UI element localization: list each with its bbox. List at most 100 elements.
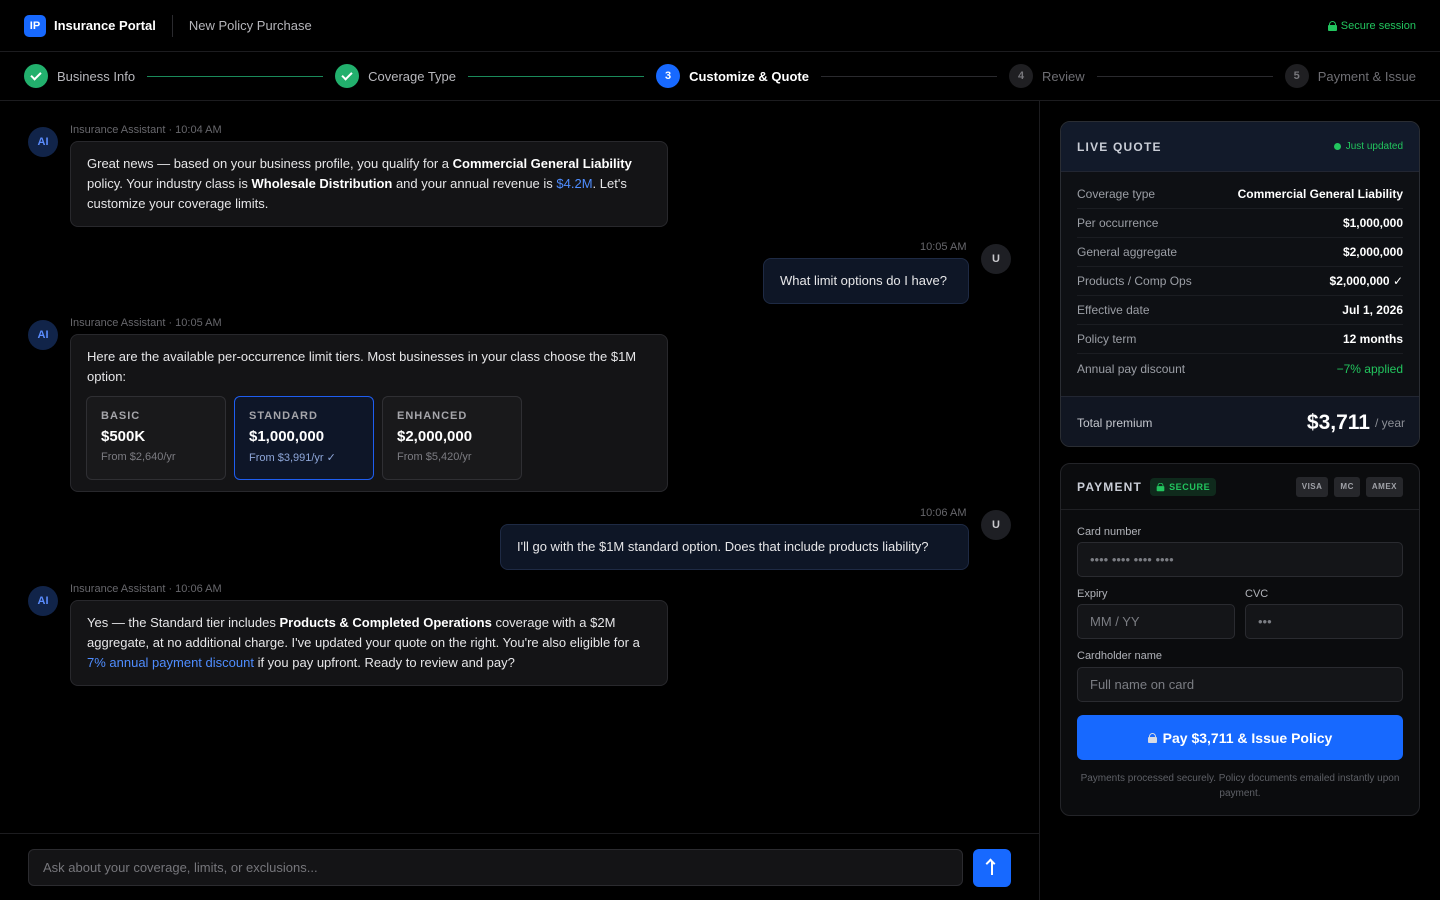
lock-icon	[1327, 20, 1337, 31]
cvc-input[interactable]	[1245, 604, 1403, 639]
step-coverage-type[interactable]: Coverage Type	[335, 64, 456, 88]
user-message: What limit options do I have?	[763, 258, 969, 304]
step-review[interactable]: 4 Review	[1009, 64, 1085, 88]
chat-composer	[0, 833, 1040, 900]
total-premium-label: Total premium	[1077, 415, 1153, 430]
mastercard-icon: MC	[1334, 476, 1360, 497]
arrow-up-icon	[991, 861, 993, 875]
live-quote-title: LIVE QUOTE	[1077, 139, 1162, 154]
quote-row-per-occurrence: Per occurrence $1,000,000	[1077, 209, 1403, 238]
lock-icon	[1147, 732, 1157, 743]
step-label: Business Info	[57, 68, 136, 84]
step-complete-check-icon	[24, 64, 48, 88]
header-divider	[171, 14, 173, 37]
app-title[interactable]: Insurance Portal	[54, 18, 156, 33]
payment-header: PAYMENT SECURE VISA MC AMEX	[1061, 464, 1419, 510]
tier-starting-price: From $3,991/yr ✓	[249, 452, 336, 464]
pay-and-issue-button[interactable]: Pay $3,711 & Issue Policy	[1077, 715, 1403, 760]
quote-row-label: General aggregate	[1077, 245, 1178, 259]
total-premium-period: / year	[1374, 415, 1405, 430]
top-bar: IP Insurance Portal New Policy Purchase …	[0, 0, 1440, 52]
coverage-name: Commercial General Liability	[452, 156, 632, 171]
quote-status: Just updated	[1333, 141, 1403, 152]
quote-row-products-comp-ops: Products / Comp Ops $2,000,000 ✓	[1077, 267, 1403, 296]
step-customize-quote[interactable]: 3 Customize & Quote	[656, 64, 809, 88]
ai-message: Great news — based on your business prof…	[70, 141, 668, 227]
payment-note: Payments processed securely. Policy docu…	[1080, 773, 1400, 799]
ai-avatar: AI	[28, 320, 58, 350]
quote-row-value: Commercial General Liability	[1237, 187, 1403, 201]
expiry-label: Expiry	[1077, 588, 1108, 600]
secure-session-indicator: Secure session	[1327, 19, 1416, 32]
quote-status-label: Just updated	[1345, 141, 1403, 152]
secure-session-label: Secure session	[1340, 19, 1416, 32]
card-number-input[interactable]	[1077, 542, 1403, 577]
quote-row-value: $2,000,000	[1342, 245, 1403, 259]
message-meta: 10:05 AM	[920, 241, 967, 253]
step-connector	[468, 75, 645, 77]
tier-starting-price: From $2,640/yr	[101, 451, 176, 463]
tier-name: BASIC	[101, 410, 141, 422]
step-payment-issue[interactable]: 5 Payment & Issue	[1284, 64, 1416, 88]
accepted-cards: VISA MC AMEX	[1295, 476, 1403, 497]
tier-starting-price: From $5,420/yr	[397, 451, 472, 463]
step-number: 5	[1284, 64, 1309, 88]
visa-icon: VISA	[1295, 476, 1329, 497]
step-label: Customize & Quote	[689, 68, 809, 84]
user-avatar: U	[981, 510, 1011, 540]
chat-input[interactable]	[28, 849, 963, 886]
message-meta: Insurance Assistant · 10:04 AM	[70, 124, 222, 136]
step-number: 3	[656, 64, 681, 88]
expiry-input[interactable]	[1077, 604, 1235, 639]
quote-row-value: −7% applied	[1336, 361, 1403, 376]
cardholder-name-input[interactable]	[1077, 667, 1403, 702]
status-dot-icon	[1333, 143, 1341, 150]
quote-details: Coverage type Commercial General Liabili…	[1061, 172, 1419, 383]
tier-option-enhanced[interactable]: ENHANCED $2,000,000 From $5,420/yr	[382, 396, 522, 480]
quote-row-value: 12 months	[1342, 332, 1403, 346]
payment-panel: PAYMENT SECURE VISA MC AMEX Card number …	[1060, 463, 1420, 816]
quote-row-label: Annual pay discount	[1077, 361, 1186, 376]
tier-option-basic[interactable]: BASIC $500K From $2,640/yr	[86, 396, 226, 480]
message-meta: Insurance Assistant · 10:05 AM	[70, 317, 222, 329]
industry-class: Wholesale Distribution	[251, 176, 393, 191]
amex-icon: AMEX	[1365, 476, 1403, 497]
tier-name: ENHANCED	[397, 410, 468, 422]
step-connector	[147, 75, 324, 77]
tier-name: STANDARD	[249, 410, 318, 422]
live-quote-header: LIVE QUOTE Just updated	[1061, 122, 1419, 172]
progress-stepper: Business Info Coverage Type 3 Customize …	[0, 52, 1440, 101]
quote-row-coverage-type: Coverage type Commercial General Liabili…	[1077, 180, 1403, 209]
quote-row-label: Policy term	[1077, 332, 1137, 346]
step-connector	[820, 75, 998, 77]
ai-avatar: AI	[28, 127, 58, 157]
tier-option-standard[interactable]: STANDARD $1,000,000 From $3,991/yr ✓	[234, 396, 374, 480]
ai-avatar: AI	[28, 586, 58, 616]
step-business-info[interactable]: Business Info	[24, 64, 135, 88]
discount-link[interactable]: 7% annual payment discount	[87, 655, 254, 670]
secure-badge: SECURE	[1150, 477, 1217, 496]
quote-row-general-aggregate: General aggregate $2,000,000	[1077, 238, 1403, 267]
secure-badge-label: SECURE	[1169, 481, 1211, 492]
lock-icon	[1156, 482, 1165, 491]
user-message: I'll go with the $1M standard option. Do…	[500, 524, 969, 570]
page-title: New Policy Purchase	[188, 18, 312, 33]
quote-row-annual-pay-discount: Annual pay discount −7% applied	[1077, 354, 1403, 383]
total-premium: Total premium $3,711 / year	[1061, 396, 1419, 446]
total-premium-amount: $3,711	[1306, 410, 1370, 434]
revenue-highlight: $4.2M	[556, 176, 593, 191]
step-label: Review	[1042, 68, 1085, 84]
cardholder-name-label: Cardholder name	[1077, 650, 1162, 662]
quote-row-label: Per occurrence	[1077, 216, 1159, 230]
app-logo[interactable]: IP	[24, 14, 46, 37]
send-button[interactable]	[973, 849, 1011, 887]
chat-thread: AI Insurance Assistant · 10:04 AM Great …	[0, 101, 1040, 833]
tier-price: $500K	[101, 428, 146, 445]
cvc-label: CVC	[1245, 588, 1269, 600]
quote-row-label: Coverage type	[1077, 187, 1156, 201]
quote-row-label: Products / Comp Ops	[1077, 274, 1192, 288]
step-complete-check-icon	[335, 64, 360, 88]
step-label: Coverage Type	[368, 68, 457, 84]
step-label: Payment & Issue	[1317, 68, 1416, 84]
live-quote-panel: LIVE QUOTE Just updated Coverage type Co…	[1060, 121, 1420, 447]
